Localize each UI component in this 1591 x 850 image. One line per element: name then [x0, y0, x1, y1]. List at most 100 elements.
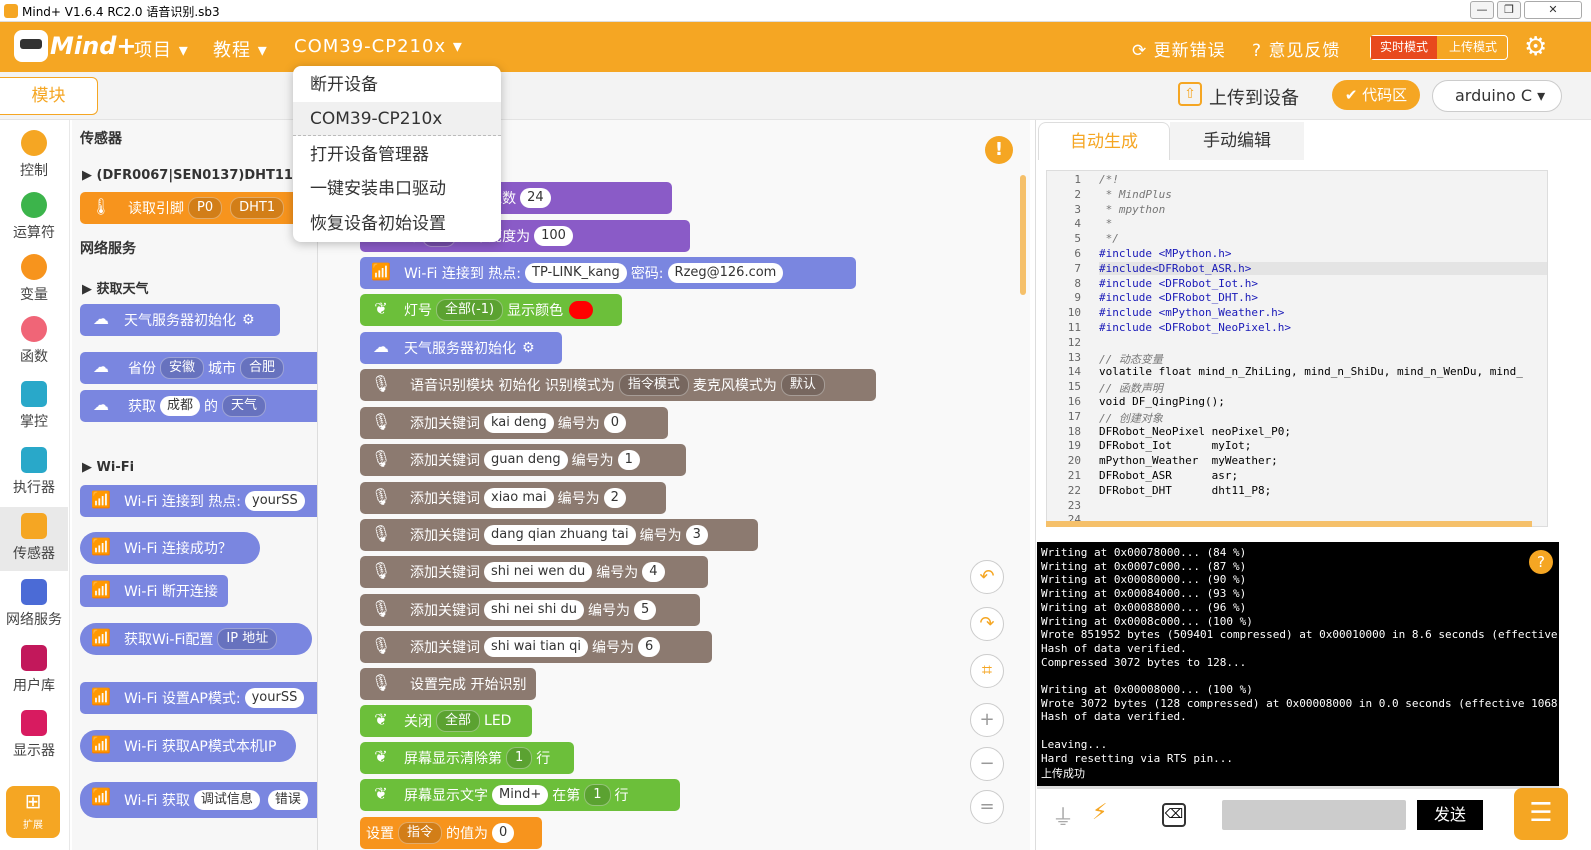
maximize-icon[interactable]: ❐: [1497, 1, 1521, 19]
close-icon[interactable]: ✕: [1524, 1, 1582, 19]
led-off-block[interactable]: ❦ 关闭 全部 LED: [360, 705, 532, 737]
menu-item-device-manager[interactable]: 打开设备管理器: [293, 138, 501, 172]
tab-auto-generate[interactable]: 自动生成: [1038, 122, 1170, 160]
category-mpython[interactable]: 掌控: [0, 375, 68, 439]
keyword-input[interactable]: xiao mai: [484, 487, 554, 508]
usb-connected-icon[interactable]: ⚡: [1092, 800, 1107, 825]
category-sensor[interactable]: 传感器: [0, 507, 68, 571]
add-keyword-block[interactable]: 🎙 添加关键词 xiao mai 编号为 2: [360, 481, 666, 514]
add-keyword-block[interactable]: 🎙 添加关键词 shi nei wen du 编号为 4: [360, 556, 708, 589]
wifi-config-block[interactable]: 📶 获取Wi-Fi配置 IP 地址: [80, 623, 312, 655]
console-line: Writing at 0x00078000... (84 %): [1041, 546, 1247, 559]
category-variables[interactable]: 变量: [0, 248, 68, 312]
asr-init-block[interactable]: 🎙 语音识别模块 初始化 识别模式为 指令模式 麦克风模式为 默认: [360, 369, 876, 401]
upload-icon[interactable]: ⇧: [1178, 82, 1202, 106]
minimize-icon[interactable]: —: [1470, 1, 1494, 19]
menu-item-port[interactable]: COM39-CP210x: [293, 102, 501, 136]
category-actuator[interactable]: 执行器: [0, 441, 68, 505]
weather-init-ws-block[interactable]: ☁ 天气服务器初始化 ⚙: [360, 332, 562, 364]
color-swatch[interactable]: [569, 301, 594, 319]
add-keyword-block[interactable]: 🎙 添加关键词 shi nei shi du 编号为 5: [360, 593, 700, 626]
add-keyword-block[interactable]: 🎙 添加关键词 dang qian zhuang tai 编号为 3: [360, 518, 758, 551]
keyword-id-input[interactable]: 2: [603, 487, 626, 508]
keyword-id-input[interactable]: 6: [638, 636, 661, 657]
category-display[interactable]: 显示器: [0, 704, 68, 768]
warning-icon[interactable]: !: [985, 136, 1013, 164]
province-city-block[interactable]: ☁ 省份 安徽 城市 合肥: [80, 352, 317, 384]
weather-init-block[interactable]: ☁ 天气服务器初始化 ⚙: [80, 304, 280, 336]
wifi-ap-block[interactable]: 📶 Wi-Fi 设置AP模式: yourSS: [80, 682, 317, 714]
wifi-ap-ip-block[interactable]: 📶 Wi-Fi 获取AP模式本机IP: [80, 730, 296, 762]
wifi-success-block[interactable]: 📶 Wi-Fi 连接成功？: [80, 532, 260, 564]
wifi-connect-ws-block[interactable]: 📶 Wi-Fi 连接到 热点: TP-LINK_kang 密码: Rzeg@126.co…: [360, 257, 856, 289]
category-operators[interactable]: 运算符: [0, 186, 68, 250]
upload-device-button[interactable]: 上传到设备: [1209, 84, 1299, 110]
set-variable-block[interactable]: 设置 指令 的值为 0: [360, 817, 542, 849]
dht-read-block[interactable]: 🌡 读取引脚 P0 DHT1: [80, 192, 317, 224]
add-keyword-block[interactable]: 🎙 添加关键词 shi wai tian qi 编号为 6: [360, 630, 712, 663]
eraser-icon[interactable]: ⌫: [1162, 803, 1186, 827]
keyword-id-input[interactable]: 5: [634, 599, 657, 620]
keyword-id-input[interactable]: 3: [685, 524, 708, 545]
mode-realtime[interactable]: 实时模式: [1371, 36, 1437, 59]
extension-button[interactable]: ⊞ 扩展: [6, 786, 60, 838]
line-number: 16: [1067, 395, 1081, 408]
send-button[interactable]: 发送: [1417, 800, 1483, 830]
category-functions[interactable]: 函数: [0, 310, 68, 374]
keyword-input[interactable]: guan deng: [484, 450, 568, 471]
wifi-connect-block[interactable]: 📶 Wi-Fi 连接到 热点: yourSS: [80, 485, 317, 517]
category-user-library[interactable]: 用户库: [0, 639, 68, 703]
menu-item-install-driver[interactable]: 一键安装串口驱动: [293, 172, 501, 206]
update-error-button[interactable]: ⟳ 更新错误: [1132, 36, 1226, 61]
asr-start-block[interactable]: 🎙 设置完成 开始识别: [360, 668, 536, 700]
menu-item-disconnect[interactable]: 断开设备: [293, 68, 501, 102]
menu-item-reset-device[interactable]: 恢复设备初始设置: [293, 207, 501, 241]
tab-modules[interactable]: 模块: [0, 77, 98, 115]
keyword-input[interactable]: kai deng: [484, 413, 554, 433]
mode-toggle[interactable]: 实时模式 上传模式: [1370, 35, 1508, 60]
category-control[interactable]: 控制: [0, 124, 68, 188]
menu-project[interactable]: 项目 ▾: [134, 36, 189, 62]
usb-icon[interactable]: ⏚: [1052, 800, 1074, 832]
wifi-get-block[interactable]: 📶 Wi-Fi 获取 调试信息 错误: [80, 782, 317, 818]
workspace-scrollbar[interactable]: [1020, 175, 1026, 295]
board-select[interactable]: arduino C ▾: [1432, 80, 1562, 112]
category-network[interactable]: 网络服务: [0, 573, 68, 637]
zoom-reset-icon[interactable]: =: [970, 790, 1004, 824]
add-keyword-block[interactable]: 🎙 添加关键词 kai deng 编号为 0: [360, 407, 668, 439]
code-hscrollbar[interactable]: [1046, 521, 1532, 527]
category-label: 运算符: [13, 225, 55, 241]
serial-menu-icon[interactable]: ☰: [1514, 788, 1568, 840]
menu-tutorial[interactable]: 教程 ▾: [213, 36, 268, 62]
gear-icon[interactable]: ⚙: [1524, 32, 1547, 62]
crop-icon[interactable]: ⌗: [970, 654, 1004, 688]
redo-icon[interactable]: ↷: [970, 607, 1004, 641]
add-keyword-block[interactable]: 🎙 添加关键词 guan deng 编号为 1: [360, 444, 686, 477]
show-text-block[interactable]: ❦ 屏幕显示文字 Mind+ 在第 1 行: [360, 779, 680, 811]
keyword-id-input[interactable]: 4: [642, 562, 665, 583]
led-color-block[interactable]: ❦ 灯号 全部(-1) 显示颜色: [360, 294, 622, 326]
wifi-disconnect-block[interactable]: 📶 Wi-Fi 断开连接: [80, 575, 228, 607]
code-area-toggle[interactable]: ✔ 代码区: [1332, 80, 1420, 110]
leaf-icon: ❦: [374, 747, 388, 766]
help-icon[interactable]: ?: [1529, 550, 1553, 574]
mode-upload[interactable]: 上传模式: [1439, 36, 1507, 59]
zoom-out-icon[interactable]: −: [970, 747, 1004, 781]
zoom-in-icon[interactable]: +: [970, 703, 1004, 737]
line-number: 1: [1074, 173, 1081, 186]
clear-row-block[interactable]: ❦ 屏幕显示清除第 1 行: [360, 742, 574, 774]
undo-icon[interactable]: ↶: [970, 560, 1004, 594]
serial-input[interactable]: [1222, 800, 1406, 830]
keyword-input[interactable]: shi wai tian qi: [484, 636, 589, 657]
keyword-input[interactable]: dang qian zhuang tai: [484, 524, 636, 545]
menu-port[interactable]: COM39-CP210x ▾: [294, 36, 463, 57]
tab-manual-edit[interactable]: 手动编辑: [1170, 122, 1304, 160]
keyword-id-input[interactable]: 0: [603, 413, 627, 433]
feedback-button[interactable]: ? 意见反馈: [1252, 36, 1340, 61]
leaf-icon: ❦: [374, 299, 388, 318]
code-editor[interactable]: 1 /*! 2 * MindPlus 3 * mpython 4 * 5 */ 6 #incl…: [1046, 170, 1548, 527]
get-weather-block[interactable]: ☁ 获取 成都的天气: [80, 390, 317, 422]
keyword-input[interactable]: shi nei wen du: [484, 562, 593, 583]
keyword-input[interactable]: shi nei shi du: [484, 599, 584, 620]
keyword-id-input[interactable]: 1: [617, 450, 640, 471]
